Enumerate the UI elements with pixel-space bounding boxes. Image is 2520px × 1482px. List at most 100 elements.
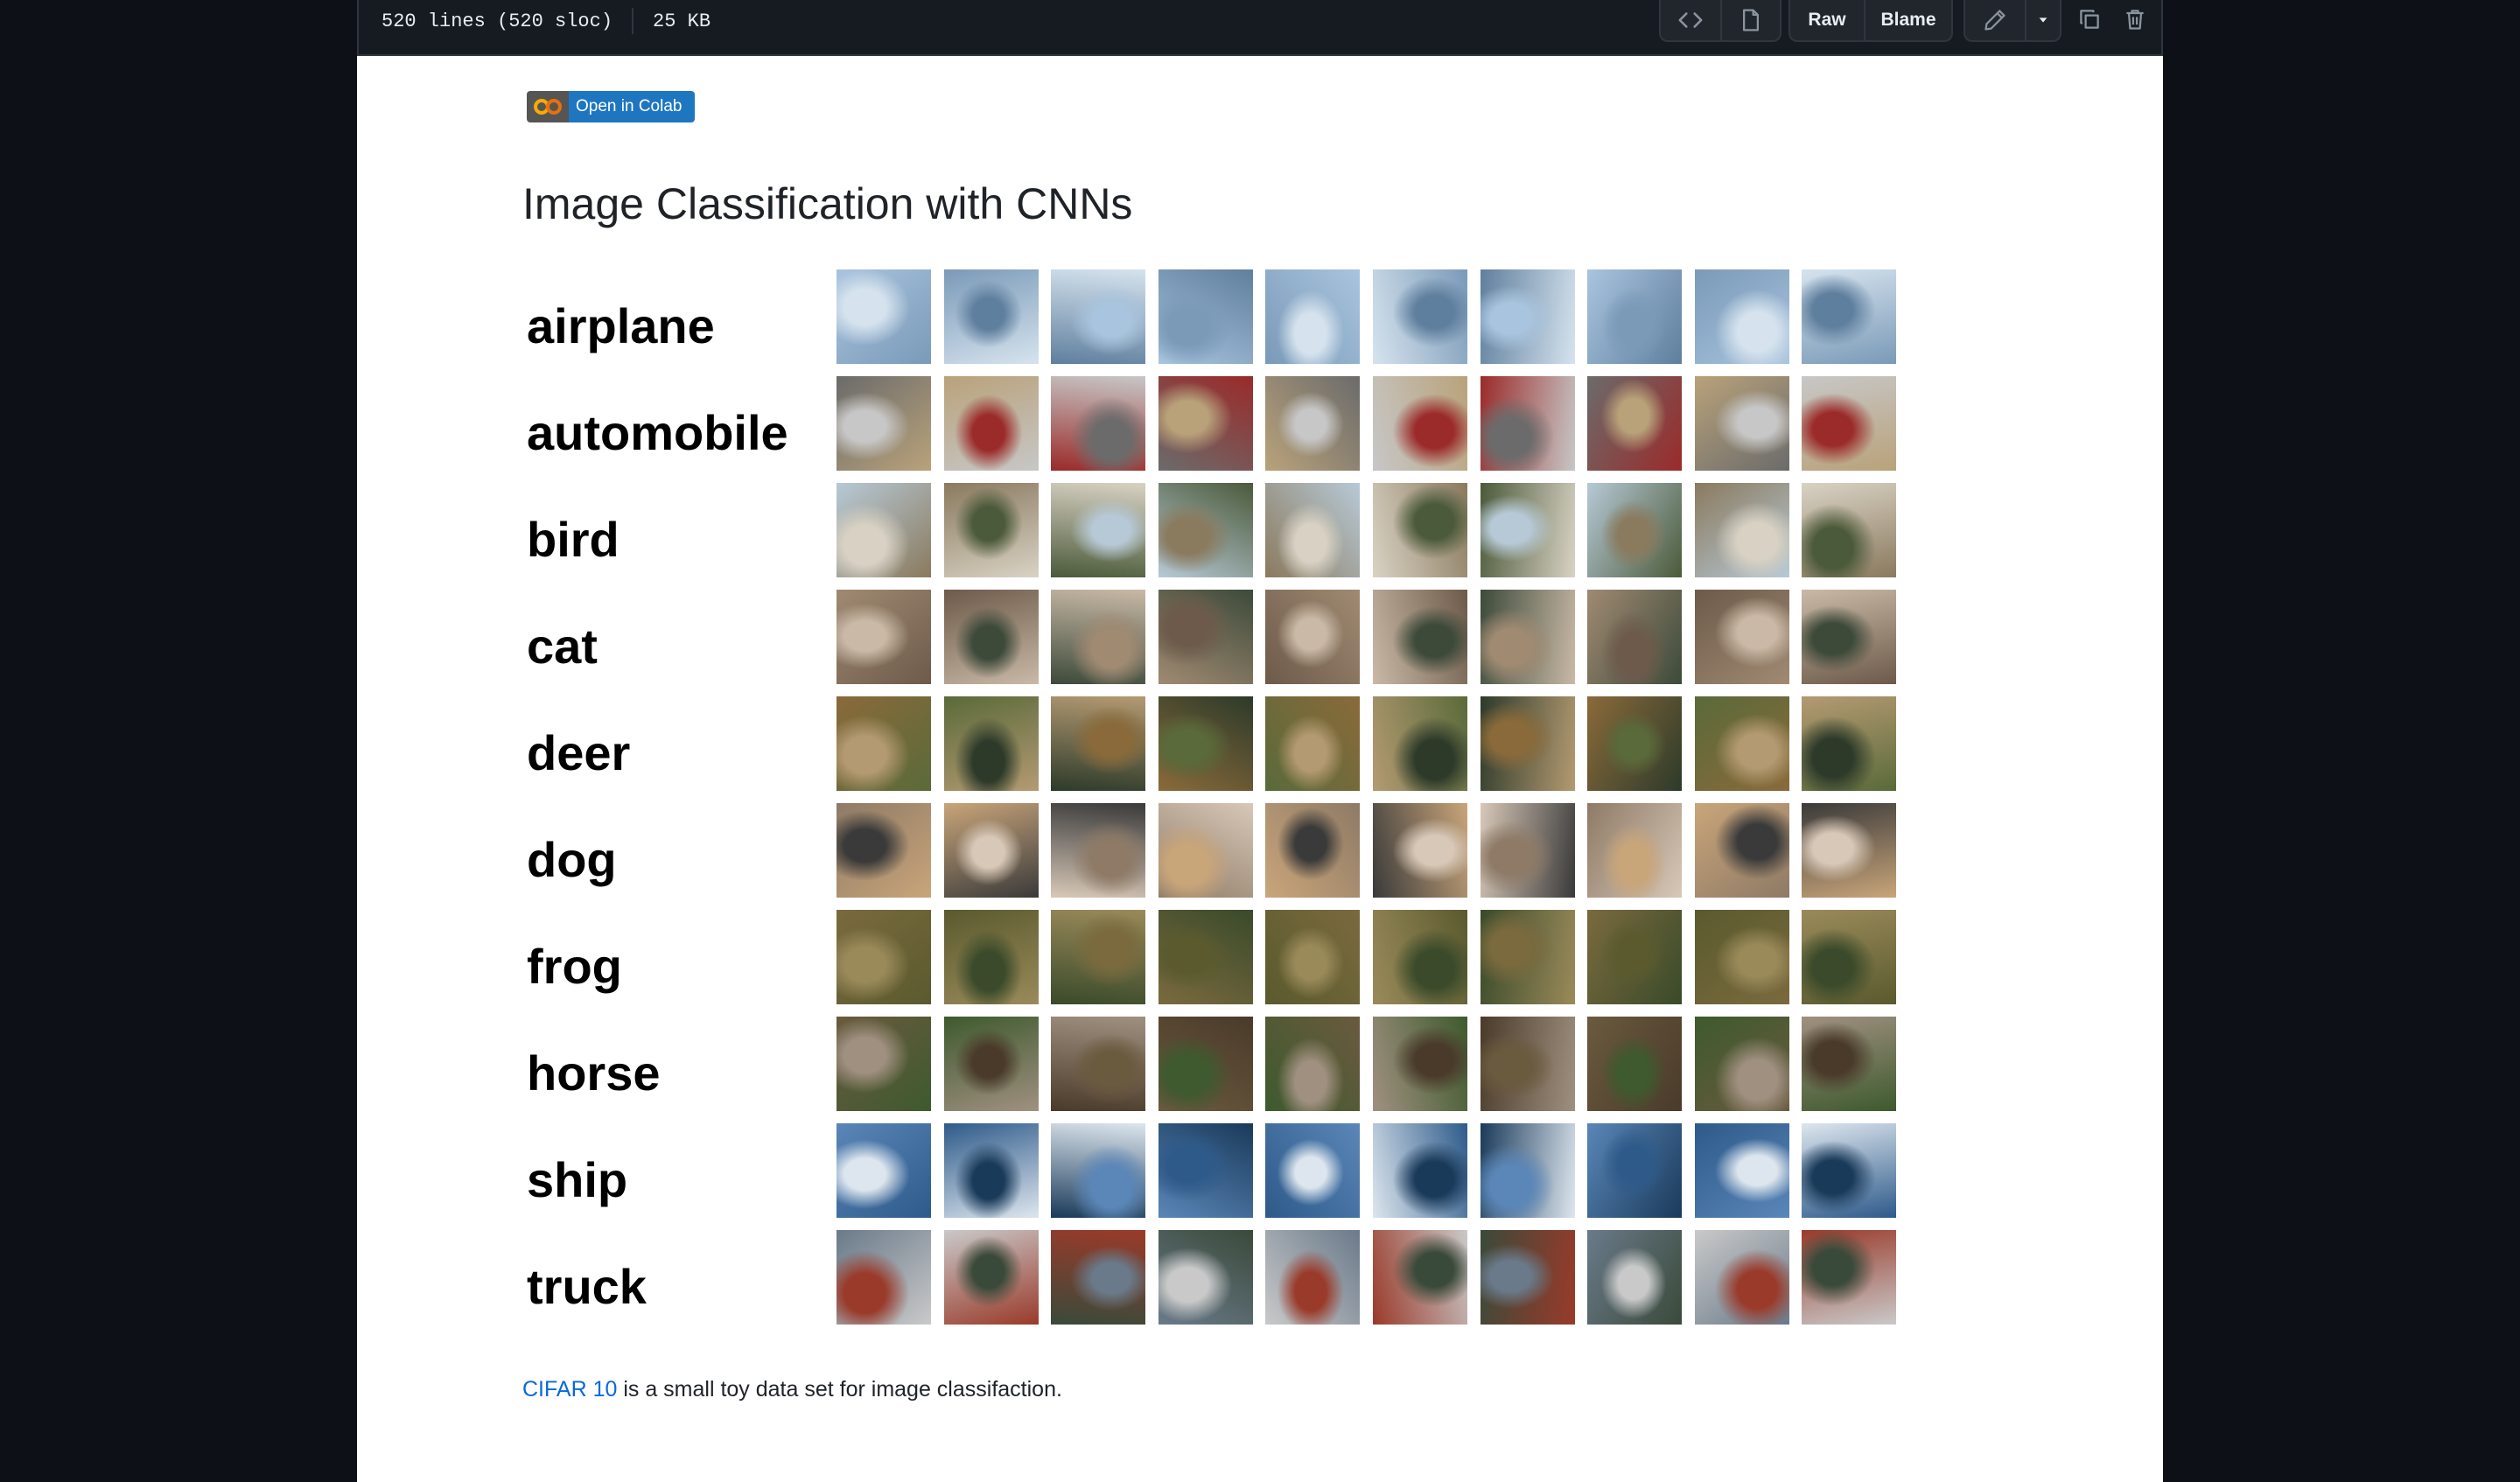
class-label-dog: dog [527,831,617,887]
thumbnail-airplane [1373,269,1467,364]
thumbnail-automobile [1480,376,1575,471]
thumbnail-deer [1373,696,1467,791]
thumbnail-truck [1158,1230,1253,1325]
thumbnail-deer [1051,696,1146,791]
thumbnail-truck [943,1230,1039,1325]
thumbnail-dog [1265,803,1361,898]
thumbnail-cat [943,590,1039,684]
thumbnail-deer [1480,696,1575,791]
thumbnail-dog [943,803,1039,898]
thumbnail-cat [1694,590,1789,684]
trash-icon [2126,10,2144,30]
file-size: 25 KB [653,10,711,32]
class-label-bird: bird [527,511,620,567]
thumbnail-frog [1587,910,1683,1004]
thumbnail-frog [1158,910,1253,1004]
thumbnail-horse [1051,1017,1146,1111]
thumbnail-truck [1694,1230,1789,1325]
thumbnail-frog [943,910,1039,1004]
thumbnail-automobile [1587,376,1683,471]
thumbnail-cat [836,590,931,684]
colab-logo-icon [527,91,569,122]
thumbnail-ship [1051,1123,1146,1218]
delete-button[interactable] [2118,0,2152,38]
thumbnail-frog [1480,910,1575,1004]
thumbnail-horse [1802,1017,1897,1111]
class-label-automobile: automobile [527,404,788,460]
thumbnail-bird [1694,483,1789,577]
colab-badge-label: Open in Colab [569,91,695,122]
thumbnail-ship [1694,1123,1789,1218]
thumbnail-ship [1265,1123,1361,1218]
thumbnail-deer [1265,696,1361,791]
thumbnail-ship [1373,1123,1467,1218]
thumbnail-ship [1480,1123,1575,1218]
thumbnail-ship [1587,1123,1683,1218]
open-in-colab-badge[interactable]: Open in Colab [527,91,695,122]
thumbnail-deer [1694,696,1789,791]
raw-button[interactable]: Raw [1790,0,1864,40]
raw-blame-group: Raw Blame [1788,0,1953,42]
thumbnail-truck [1373,1230,1467,1325]
thumbnail-bird [1587,483,1683,577]
code-icon [1678,12,1703,28]
pencil-icon [1984,10,2006,31]
copy-button[interactable] [2072,0,2107,38]
thumbnail-bird [943,483,1039,577]
thumbnail-frog [1265,910,1361,1004]
thumbnail-deer [1158,696,1253,791]
thumbnail-airplane [1265,269,1361,364]
copy-icon [2080,10,2099,29]
code-view-button[interactable] [1661,0,1720,40]
thumbnail-ship [836,1123,931,1218]
thumbnail-horse [1587,1017,1683,1111]
thumbnail-automobile [1158,376,1253,471]
thumbnail-horse [1480,1017,1575,1111]
edit-button[interactable] [1965,0,2025,40]
cifar-image-grid [836,269,2214,1325]
triangle-down-icon [2039,17,2048,23]
thumbnail-dog [836,803,931,898]
thumbnail-dog [1158,803,1253,898]
preview-view-button[interactable] [1720,0,1780,40]
thumbnail-deer [836,696,931,791]
edit-group [1964,0,2062,42]
thumbnail-automobile [1051,376,1146,471]
thumbnail-airplane [1802,269,1897,364]
thumbnail-ship [1802,1123,1897,1218]
thumbnail-cat [1051,590,1146,684]
class-label-truck: truck [527,1258,647,1314]
thumbnail-airplane [1480,269,1575,364]
thumbnail-cat [1587,590,1683,684]
thumbnail-frog [1694,910,1789,1004]
file-icon [1742,9,1760,31]
intro-paragraph: CIFAR 10 is a small toy data set for ima… [522,1377,1062,1402]
edit-more-button[interactable] [2025,0,2060,40]
thumbnail-airplane [943,269,1039,364]
class-label-deer: deer [527,724,631,780]
thumbnail-bird [1802,483,1897,577]
thumbnail-dog [1373,803,1467,898]
blame-button[interactable]: Blame [1864,0,1951,40]
cifar10-link[interactable]: CIFAR 10 [522,1377,617,1402]
thumbnail-ship [943,1123,1039,1218]
thumbnail-deer [943,696,1039,791]
thumbnail-dog [1587,803,1683,898]
thumbnail-dog [1802,803,1897,898]
divider [632,8,634,34]
thumbnail-cat [1480,590,1575,684]
thumbnail-horse [943,1017,1039,1111]
thumbnail-dog [1480,803,1575,898]
thumbnail-cat [1158,590,1253,684]
thumbnail-frog [1373,910,1467,1004]
thumbnail-airplane [1051,269,1146,364]
line-count: 520 lines (520 sloc) [382,10,613,32]
page-title: Image Classification with CNNs [522,179,1133,228]
thumbnail-bird [836,483,931,577]
thumbnail-bird [1265,483,1361,577]
thumbnail-truck [836,1230,931,1325]
markdown-body: Open in Colab Image Classification with … [357,56,2163,1482]
thumbnail-automobile [836,376,931,471]
thumbnail-truck [1051,1230,1146,1325]
thumbnail-bird [1158,483,1253,577]
